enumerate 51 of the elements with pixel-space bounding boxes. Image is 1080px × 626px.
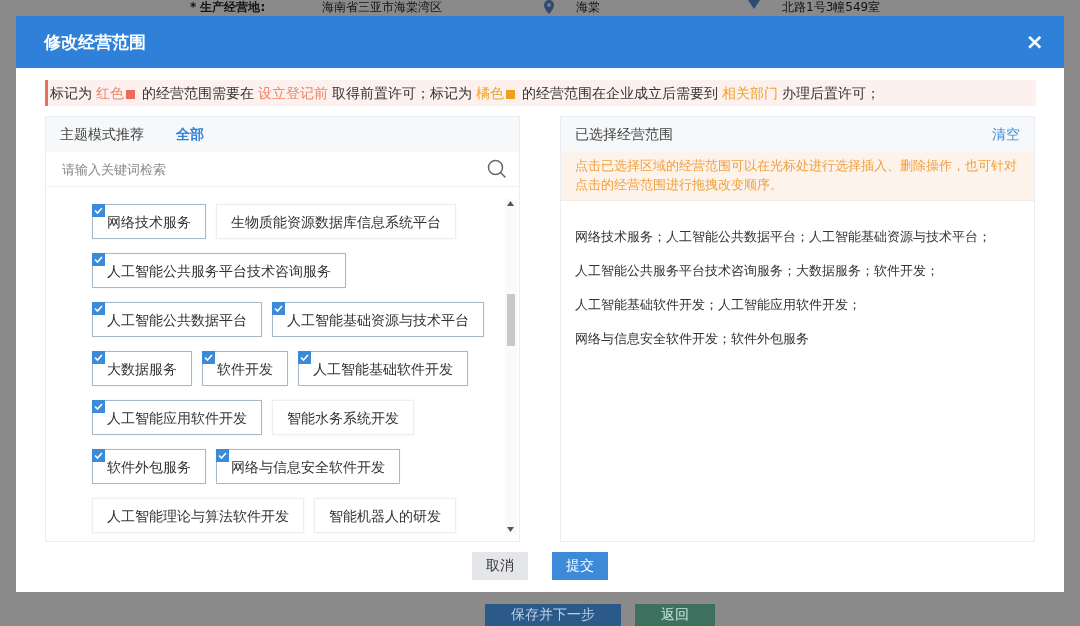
back-button[interactable]: 返回 bbox=[635, 604, 715, 626]
dialog-title: 修改经营范围 bbox=[44, 30, 146, 54]
checkbox-icon[interactable] bbox=[92, 400, 105, 413]
checkbox-icon[interactable] bbox=[298, 351, 311, 364]
checkbox-icon[interactable] bbox=[272, 302, 285, 315]
town-dropdown[interactable]: 海棠 bbox=[568, 0, 734, 15]
address-field[interactable]: 北路1号3幢549室 bbox=[774, 0, 950, 15]
selected-scope-tag[interactable]: 大数据服务 bbox=[92, 351, 192, 386]
checkbox-icon[interactable] bbox=[92, 204, 105, 217]
checkbox-icon[interactable] bbox=[92, 253, 105, 266]
scope-tag[interactable]: 智能机器人的研发 bbox=[314, 498, 456, 533]
search-field[interactable]: 请输入关键词检索 bbox=[46, 152, 475, 186]
selected-scope-line[interactable]: 网络与信息安全软件开发；软件外包服务 bbox=[575, 331, 1020, 347]
dropdown-caret-icon[interactable] bbox=[748, 0, 760, 9]
checkbox-icon[interactable] bbox=[92, 351, 105, 364]
region-field[interactable]: 海南省三亚市海棠湾区 bbox=[314, 0, 530, 15]
selected-scope-tag[interactable]: 人工智能基础资源与技术平台 bbox=[272, 302, 484, 337]
panel-title: 已选择经营范围 bbox=[575, 125, 673, 144]
close-button[interactable]: × bbox=[1025, 32, 1044, 52]
hint-text: 点击已选择区域的经营范围可以在光标处进行选择插入、删除操作，也可针对点击的经营范围进行拖拽改变顺序。 bbox=[561, 152, 1034, 201]
selected-scope-line[interactable]: 人工智能公共服务平台技术咨询服务；大数据服务；软件开发； bbox=[575, 263, 1020, 279]
selected-scope-tag[interactable]: 软件外包服务 bbox=[92, 449, 206, 484]
checkbox-icon[interactable] bbox=[92, 302, 105, 315]
checkbox-icon[interactable] bbox=[202, 351, 215, 364]
checkbox-icon[interactable] bbox=[92, 449, 105, 462]
scroll-thumb[interactable] bbox=[507, 294, 515, 346]
scroll-up-icon[interactable] bbox=[507, 201, 515, 207]
selected-scope-tag[interactable]: 人工智能公共数据平台 bbox=[92, 302, 262, 337]
selected-scope-tag[interactable]: 软件开发 bbox=[202, 351, 288, 386]
checkbox-icon[interactable] bbox=[216, 449, 229, 462]
save-next-button[interactable]: 保存并下一步 bbox=[485, 604, 621, 626]
selected-scope-line[interactable]: 网络技术服务；人工智能公共数据平台；人工智能基础资源与技术平台； bbox=[575, 229, 1020, 245]
scrollbar[interactable] bbox=[505, 199, 517, 535]
field-label: * 生产经营地: bbox=[190, 0, 267, 15]
location-pin-icon bbox=[544, 0, 554, 14]
selected-scope-tag[interactable]: 人工智能公共服务平台技术咨询服务 bbox=[92, 253, 346, 288]
selected-scope-tag[interactable]: 网络技术服务 bbox=[92, 204, 206, 239]
scope-tag[interactable]: 生物质能资源数据库信息系统平台 bbox=[216, 204, 456, 239]
scroll-down-icon[interactable] bbox=[507, 527, 515, 533]
selected-scope-tag[interactable]: 网络与信息安全软件开发 bbox=[216, 449, 400, 484]
panel-tab[interactable]: 全部 bbox=[176, 125, 204, 144]
selected-scope-tag[interactable]: 人工智能基础软件开发 bbox=[298, 351, 468, 386]
submit-button[interactable]: 提交 bbox=[552, 552, 608, 580]
selected-scope-line[interactable]: 人工智能基础软件开发；人工智能应用软件开发； bbox=[575, 297, 1020, 313]
cancel-button[interactable]: 取消 bbox=[472, 552, 528, 580]
panel-tab[interactable]: 主题模式推荐 bbox=[60, 125, 144, 144]
scope-tag[interactable]: 人工智能理论与算法软件开发 bbox=[92, 498, 304, 533]
permit-notice: 标记为 红色 的经营范围需要在 设立登记前 取得前置许可；标记为 橘色 的经营范围在企业成立后需要到 相关部门 办理后置许可； bbox=[45, 80, 1036, 106]
selected-scope-tag[interactable]: 人工智能应用软件开发 bbox=[92, 400, 262, 435]
scope-tag[interactable]: 智能水务系统开发 bbox=[272, 400, 414, 435]
search-icon[interactable] bbox=[487, 159, 507, 179]
